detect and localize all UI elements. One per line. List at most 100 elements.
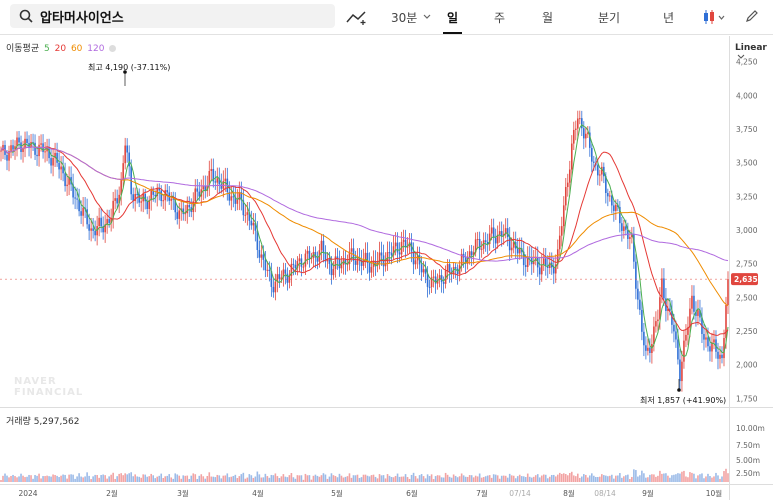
volume-bar bbox=[384, 478, 387, 482]
volume-bar bbox=[558, 472, 561, 482]
volume-bar bbox=[506, 477, 509, 482]
volume-bar bbox=[196, 478, 199, 482]
volume-bar bbox=[420, 474, 423, 482]
price-tick-label: 4,000 bbox=[736, 91, 758, 100]
candle-body bbox=[90, 228, 92, 231]
volume-bar bbox=[498, 478, 501, 482]
volume-bar bbox=[262, 477, 265, 482]
volume-bar bbox=[450, 477, 453, 482]
time-tick-label: 4월 bbox=[252, 488, 264, 498]
volume-bar bbox=[62, 474, 64, 482]
candle-body bbox=[580, 118, 583, 129]
volume-bar bbox=[128, 473, 130, 482]
volume-bar bbox=[28, 474, 30, 482]
volume-bar bbox=[364, 474, 367, 482]
volume-bar bbox=[276, 476, 279, 482]
volume-bar bbox=[140, 477, 142, 482]
volume-bar bbox=[556, 474, 559, 482]
volume-bar bbox=[568, 472, 571, 482]
volume-bar bbox=[88, 475, 90, 482]
volume-bar bbox=[214, 477, 217, 482]
volume-bar bbox=[603, 475, 605, 482]
candle-body bbox=[508, 237, 511, 251]
volume-bar bbox=[150, 473, 153, 482]
volume-bar bbox=[4, 473, 6, 482]
time-tick-label: 9월 bbox=[642, 488, 654, 498]
volume-bar bbox=[340, 475, 343, 482]
volume-bar bbox=[20, 473, 22, 482]
candle-body bbox=[476, 239, 479, 241]
volume-bar bbox=[580, 476, 583, 482]
volume-bar bbox=[178, 475, 181, 482]
candle-body bbox=[540, 264, 543, 275]
volume-bar bbox=[304, 473, 307, 482]
candle-body bbox=[568, 169, 571, 183]
volume-bar bbox=[354, 475, 357, 482]
volume-bar bbox=[250, 475, 253, 482]
volume-bar bbox=[112, 472, 114, 482]
volume-bar bbox=[90, 479, 92, 482]
volume-bar bbox=[366, 475, 369, 482]
volume-bar bbox=[667, 475, 669, 482]
volume-bar bbox=[120, 473, 122, 482]
volume-bar bbox=[480, 477, 483, 482]
volume-bar bbox=[464, 476, 467, 482]
volume-bar bbox=[482, 477, 485, 482]
volume-bar bbox=[408, 478, 411, 482]
candle-body bbox=[414, 260, 417, 265]
volume-bar bbox=[206, 476, 209, 482]
volume-bar bbox=[615, 475, 617, 482]
volume-bar bbox=[240, 474, 243, 482]
volume-bar bbox=[208, 472, 211, 482]
volume-bar bbox=[84, 476, 86, 482]
candle-body bbox=[717, 351, 719, 359]
candle-body bbox=[691, 295, 693, 309]
volume-bar bbox=[394, 475, 397, 482]
candle-body bbox=[76, 198, 78, 200]
volume-bar bbox=[174, 473, 177, 482]
volume-bar bbox=[500, 475, 503, 482]
volume-bar bbox=[370, 475, 373, 482]
volume-bar bbox=[92, 476, 94, 482]
volume-bar bbox=[278, 477, 281, 482]
volume-bar bbox=[649, 474, 651, 482]
candle-body bbox=[354, 260, 357, 265]
candle-body bbox=[278, 274, 281, 279]
volume-bar bbox=[72, 474, 74, 482]
candle-body bbox=[705, 337, 707, 340]
watermark-logo: NAVER FINANCIAL bbox=[14, 376, 84, 398]
volume-bar bbox=[522, 476, 525, 482]
candle-body bbox=[160, 190, 163, 202]
volume-bar bbox=[268, 477, 271, 482]
volume-bar bbox=[484, 476, 487, 482]
volume-bar bbox=[456, 477, 459, 482]
volume-bar bbox=[198, 475, 201, 482]
volume-bar bbox=[701, 473, 703, 482]
price-chart[interactable]: 4,250 4,000 3,750 3,500 3,250 3,000 2,750 2,500… bbox=[0, 0, 773, 500]
candle-body bbox=[328, 259, 331, 264]
candle-body bbox=[262, 254, 265, 260]
candle-body bbox=[585, 133, 587, 139]
volume-bar bbox=[188, 478, 191, 482]
price-tick-label: 2,000 bbox=[736, 361, 758, 370]
candle-body bbox=[100, 217, 102, 227]
volume-bar bbox=[721, 476, 723, 482]
volume-bar bbox=[424, 478, 427, 482]
candle-body bbox=[609, 195, 611, 197]
candle-body bbox=[322, 240, 325, 253]
volume-bar bbox=[434, 476, 437, 482]
candle-body bbox=[649, 347, 651, 353]
candle-body bbox=[162, 200, 165, 202]
volume-bar bbox=[572, 475, 575, 482]
candle-body bbox=[719, 354, 721, 359]
volume-bar bbox=[320, 475, 323, 482]
candle-body bbox=[18, 137, 20, 143]
candle-body bbox=[176, 212, 179, 219]
candle-body bbox=[172, 198, 175, 200]
volume-bar bbox=[294, 478, 297, 482]
volume-bar bbox=[496, 475, 499, 482]
volume-bar bbox=[258, 474, 261, 482]
candle-body bbox=[114, 198, 116, 201]
candle-body bbox=[122, 163, 124, 181]
candle-body bbox=[560, 226, 563, 236]
